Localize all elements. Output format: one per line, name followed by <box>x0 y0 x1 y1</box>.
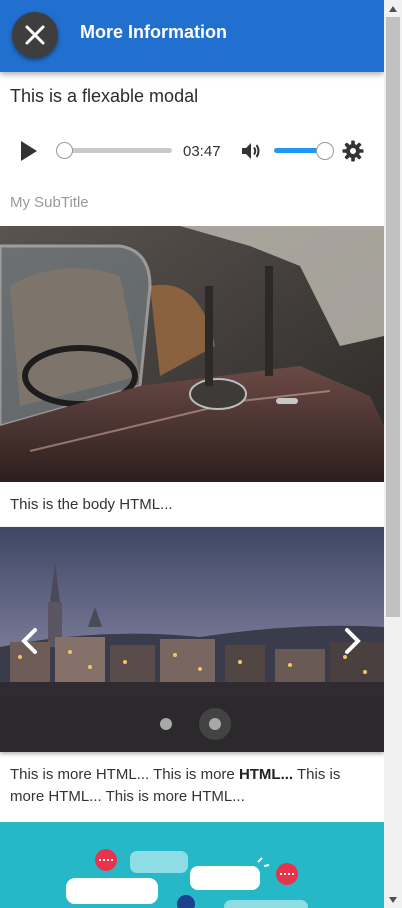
vertical-scrollbar[interactable] <box>384 0 402 908</box>
chevron-left-icon[interactable] <box>18 627 42 655</box>
car-photo <box>0 226 384 482</box>
volume-handle[interactable] <box>316 142 334 160</box>
scroll-up-icon <box>389 5 397 12</box>
header-title: More Information <box>80 22 227 42</box>
seek-bar[interactable] <box>64 148 172 153</box>
scroll-down-icon <box>389 896 397 903</box>
modal-viewport: More Information This is a flexable moda… <box>0 0 384 908</box>
chevron-right-icon[interactable] <box>340 627 364 655</box>
more-text-bold: HTML... <box>238 766 294 783</box>
audio-player: 03:47 <box>0 126 384 176</box>
gear-icon[interactable] <box>341 139 365 163</box>
chat-illustration <box>0 822 384 908</box>
modal-title: This is a flexable modal <box>10 86 199 106</box>
modal-subtitle: My SubTitle <box>10 194 89 211</box>
play-icon[interactable] <box>16 139 40 163</box>
image-carousel <box>0 527 384 752</box>
volume-icon[interactable] <box>239 139 263 163</box>
carousel-dot-1[interactable] <box>160 718 172 730</box>
close-button[interactable] <box>12 12 58 58</box>
scroll-down-button[interactable] <box>384 891 402 908</box>
scroll-up-button[interactable] <box>384 0 402 17</box>
more-html-text: This is more HTML... This is more HTML..… <box>10 764 374 808</box>
body-text: This is the body HTML... <box>10 496 173 513</box>
time-display: 03:47 <box>183 143 221 160</box>
carousel-dot-2[interactable] <box>209 718 221 730</box>
modal-header: More Information <box>0 0 384 72</box>
scrollbar-thumb[interactable] <box>386 17 400 617</box>
carousel-controls <box>0 696 384 752</box>
seek-handle[interactable] <box>56 142 73 159</box>
more-text-part1: This is more HTML... This is more <box>10 766 239 783</box>
close-icon <box>25 25 45 45</box>
